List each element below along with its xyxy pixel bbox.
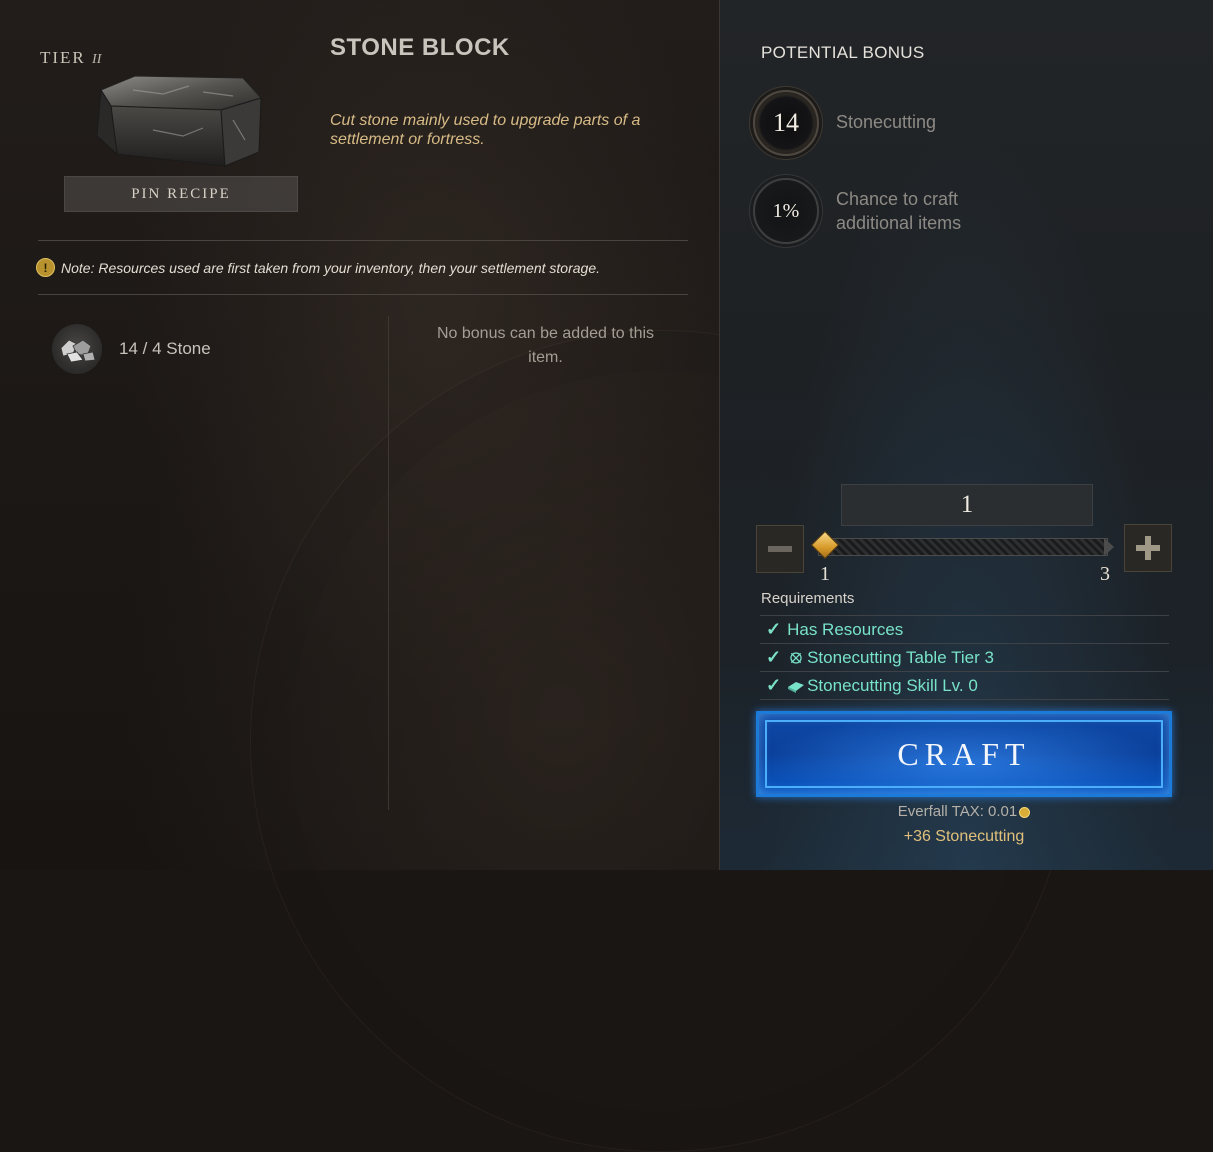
requirement-row: ✓ Stonecutting Skill Lv. 0 — [760, 671, 1169, 700]
skill-level-badge: 14 — [753, 90, 819, 156]
skill-icon — [788, 681, 805, 693]
requirement-row: ✓ Stonecutting Table Tier 3 — [760, 643, 1169, 671]
stone-block-icon — [96, 75, 262, 167]
tax-info: Everfall TAX: 0.01 — [756, 803, 1172, 820]
xp-reward: +36 Stonecutting — [903, 828, 1025, 845]
pin-recipe-button[interactable]: PIN RECIPE — [64, 176, 298, 212]
ingredient-row[interactable]: 14 / 4 Stone — [52, 324, 211, 374]
recipe-description: Cut stone mainly used to upgrade parts o… — [330, 112, 641, 148]
chance-value: 1% — [772, 199, 800, 222]
warning-icon: ! — [36, 258, 55, 277]
tier-label: TIER II — [40, 48, 101, 68]
craft-button-label: CRAFT — [897, 735, 1031, 772]
check-icon: ✓ — [766, 647, 782, 667]
chance-label: Chance to craft additional items — [836, 189, 962, 233]
coin-icon — [1019, 806, 1031, 818]
requirement-text: Stonecutting Table Tier 3 — [807, 647, 994, 667]
potential-bonus-title: POTENTIAL BONUS — [761, 43, 925, 62]
requirement-text: Stonecutting Skill Lv. 0 — [807, 675, 978, 695]
skill-name: Stonecutting — [836, 112, 937, 132]
chance-badge: 1% — [753, 178, 819, 244]
requirement-row: ✓ Has Resources — [760, 615, 1169, 643]
slider-max-label: 3 — [1100, 563, 1110, 585]
station-icon — [790, 651, 802, 664]
tier-text: TIER — [40, 48, 86, 67]
note-text: Note: Resources used are first taken fro… — [61, 259, 600, 276]
divider — [38, 240, 688, 241]
requirement-text: Has Resources — [787, 619, 904, 639]
stone-icon — [52, 324, 102, 374]
minus-icon — [768, 546, 792, 552]
recipe-title: STONE BLOCK — [330, 34, 510, 61]
increase-quantity-button[interactable] — [1124, 524, 1172, 572]
tier-value: II — [92, 52, 102, 67]
ingredient-text: 14 / 4 Stone — [119, 339, 211, 358]
check-icon: ✓ — [766, 619, 782, 639]
tax-text: Everfall TAX: 0.01 — [897, 803, 1018, 820]
check-icon: ✓ — [766, 675, 782, 695]
skill-level-value: 14 — [773, 108, 799, 137]
plus-icon — [1136, 536, 1160, 560]
decrease-quantity-button[interactable] — [756, 525, 804, 573]
craft-button[interactable]: CRAFT — [756, 711, 1172, 797]
requirements-title: Requirements — [761, 590, 855, 607]
quantity-input[interactable]: 1 — [841, 484, 1093, 526]
slider-arrow — [1104, 538, 1114, 556]
quantity-slider-track[interactable] — [818, 538, 1108, 556]
resource-note: ! Note: Resources used are first taken f… — [36, 258, 600, 277]
column-divider — [388, 316, 389, 810]
no-bonus-message: No bonus can be added to this item. — [436, 325, 655, 366]
divider — [38, 294, 688, 295]
slider-min-label: 1 — [820, 563, 830, 585]
